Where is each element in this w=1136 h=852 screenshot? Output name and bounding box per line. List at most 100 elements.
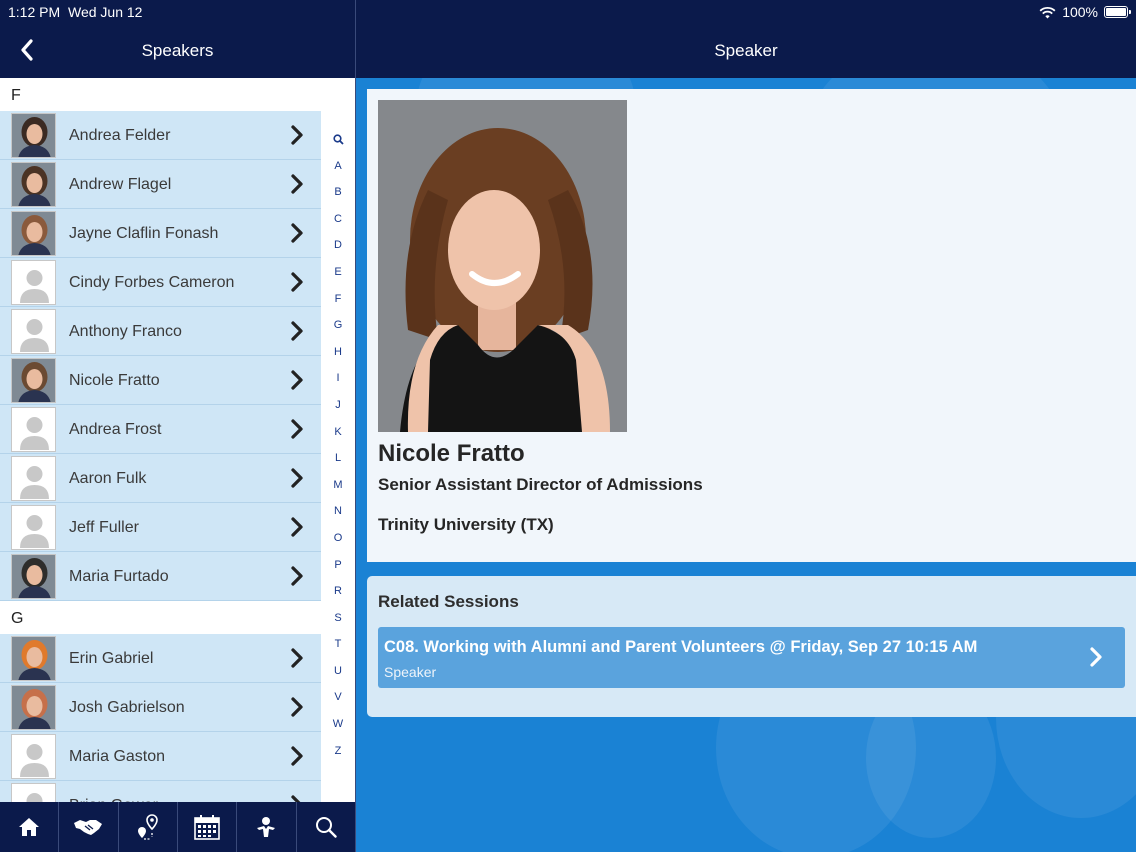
- index-letter-g[interactable]: G: [327, 312, 349, 339]
- avatar-placeholder-icon: [11, 783, 56, 802]
- index-letter-h[interactable]: H: [327, 339, 349, 366]
- home-icon: [19, 818, 40, 836]
- index-letter-l[interactable]: L: [327, 445, 349, 472]
- search-icon: [315, 817, 337, 838]
- index-letter-z[interactable]: Z: [327, 738, 349, 765]
- avatar-placeholder-icon: [11, 260, 56, 305]
- speaker-detail-pane: Nicole Fratto Senior Assistant Director …: [356, 78, 1136, 852]
- speaker-list-name: Andrea Felder: [69, 127, 171, 144]
- speaker-photo: [378, 100, 627, 432]
- list-item[interactable]: Nicole Fratto: [0, 356, 321, 405]
- avatar: [11, 113, 56, 158]
- chevron-right-icon: [291, 517, 303, 537]
- avatar-placeholder-icon: [11, 734, 56, 779]
- profile-card: Nicole Fratto Senior Assistant Director …: [367, 89, 1136, 562]
- list-item[interactable]: Erin Gabriel: [0, 634, 321, 683]
- tab-networking[interactable]: [59, 802, 119, 852]
- speaker-list-name: Nicole Fratto: [69, 372, 160, 389]
- index-letter-s[interactable]: S: [327, 605, 349, 632]
- speaker-title: Speaker: [714, 41, 778, 60]
- index-letter-a[interactable]: A: [327, 153, 349, 180]
- index-letter-r[interactable]: R: [327, 578, 349, 605]
- tab-home[interactable]: [0, 802, 60, 852]
- list-item[interactable]: Andrea Frost: [0, 405, 321, 454]
- index-letter-i[interactable]: I: [327, 365, 349, 392]
- tab-speakers[interactable]: [237, 802, 297, 852]
- speaker-nav-bar: Speaker: [356, 24, 1136, 78]
- speaker-list-name: Josh Gabrielson: [69, 699, 185, 716]
- index-letter-c[interactable]: C: [327, 206, 349, 233]
- index-letter-n[interactable]: N: [327, 498, 349, 525]
- chevron-right-icon: [1090, 647, 1102, 667]
- chevron-right-icon: [291, 223, 303, 243]
- map-pin-icon: [137, 814, 158, 840]
- speakers-nav-bar: Speakers: [0, 24, 355, 78]
- index-letter-k[interactable]: K: [327, 419, 349, 446]
- handshake-icon: [74, 820, 103, 835]
- status-bar: 1:12 PM Wed Jun 12 100%: [0, 0, 1136, 24]
- chevron-right-icon: [291, 174, 303, 194]
- bottom-tab-bar: [0, 802, 355, 852]
- avatar: [11, 636, 56, 681]
- avatar: [11, 685, 56, 730]
- index-letter-w[interactable]: W: [327, 711, 349, 738]
- index-letter-f[interactable]: F: [327, 286, 349, 313]
- status-right: 100%: [1039, 4, 1131, 20]
- index-letter-e[interactable]: E: [327, 259, 349, 286]
- index-letter-p[interactable]: P: [327, 552, 349, 579]
- list-item[interactable]: Maria Furtado: [0, 552, 321, 601]
- speaker-list-name: Maria Furtado: [69, 568, 169, 585]
- list-item[interactable]: Andrew Flagel: [0, 160, 321, 209]
- chevron-right-icon: [291, 370, 303, 390]
- speaker-list-name: Andrew Flagel: [69, 176, 172, 193]
- index-letter-m[interactable]: M: [327, 472, 349, 499]
- list-item[interactable]: Andrea Felder: [0, 111, 321, 160]
- chevron-right-icon: [291, 795, 301, 802]
- index-search-icon[interactable]: [327, 126, 349, 153]
- wifi-icon: [1039, 6, 1056, 18]
- related-sessions-title: Related Sessions: [378, 592, 519, 611]
- status-date: Wed Jun 12: [68, 4, 143, 20]
- avatar-placeholder-icon: [11, 407, 56, 452]
- chevron-right-icon: [291, 272, 303, 292]
- alphabet-index[interactable]: ABCDEFGHIJKLMNOPRSTUVWZ: [327, 126, 349, 764]
- tab-search[interactable]: [297, 802, 355, 852]
- list-item[interactable]: Maria Gaston: [0, 732, 321, 781]
- speaker-list-name: Cindy Forbes Cameron: [69, 274, 235, 291]
- index-letter-u[interactable]: U: [327, 658, 349, 685]
- index-letter-b[interactable]: B: [327, 179, 349, 206]
- section-header-g: G: [0, 601, 355, 634]
- index-letter-j[interactable]: J: [327, 392, 349, 419]
- speaker-list-name: Andrea Frost: [69, 421, 162, 438]
- avatar: [11, 211, 56, 256]
- list-item[interactable]: Aaron Fulk: [0, 454, 321, 503]
- chevron-right-icon: [291, 321, 303, 341]
- battery-icon: [1104, 6, 1131, 18]
- session-item[interactable]: C08. Working with Alumni and Parent Volu…: [378, 627, 1125, 688]
- speaker-list-name: Aaron Fulk: [69, 470, 147, 487]
- speaker-list-name: Jayne Claflin Fonash: [69, 225, 219, 242]
- session-role: Speaker: [384, 664, 437, 680]
- list-item[interactable]: Anthony Franco: [0, 307, 321, 356]
- list-item[interactable]: Brian Gower: [0, 781, 321, 802]
- chevron-right-icon: [291, 468, 303, 488]
- section-header-f: F: [0, 78, 355, 111]
- chevron-right-icon: [291, 648, 303, 668]
- index-letter-o[interactable]: O: [327, 525, 349, 552]
- chevron-right-icon: [291, 697, 303, 717]
- speaker-list[interactable]: F Andrea Felder Andrew Flagel Jayne Claflin…: [0, 78, 355, 802]
- speaker-list-name: Anthony Franco: [69, 323, 182, 340]
- index-letter-v[interactable]: V: [327, 684, 349, 711]
- list-item[interactable]: Jayne Claflin Fonash: [0, 209, 321, 258]
- speaker-name: Nicole Fratto: [378, 440, 525, 467]
- chevron-right-icon: [291, 746, 303, 766]
- tab-map[interactable]: [119, 802, 178, 852]
- battery-percent: 100%: [1062, 4, 1098, 20]
- speaker-list-name: Maria Gaston: [69, 748, 166, 765]
- list-item[interactable]: Josh Gabrielson: [0, 683, 321, 732]
- index-letter-t[interactable]: T: [327, 631, 349, 658]
- tab-schedule[interactable]: [178, 802, 238, 852]
- list-item[interactable]: Jeff Fuller: [0, 503, 321, 552]
- index-letter-d[interactable]: D: [327, 232, 349, 259]
- list-item[interactable]: Cindy Forbes Cameron: [0, 258, 321, 307]
